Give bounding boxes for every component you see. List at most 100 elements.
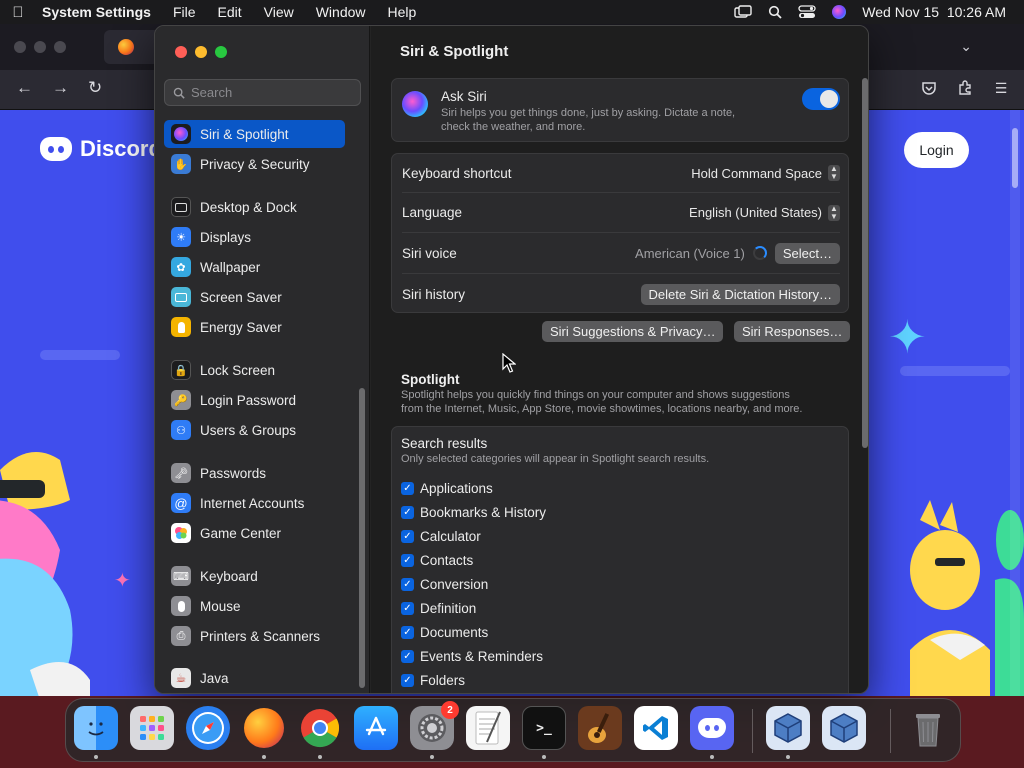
search-result-events-reminders[interactable]: ✓ Events & Reminders bbox=[401, 649, 543, 664]
reload-icon[interactable]: ↻ bbox=[88, 78, 102, 98]
mouse-cursor-icon bbox=[502, 353, 516, 373]
dock-discord-icon[interactable] bbox=[690, 706, 734, 750]
sidebar-item-screen-saver[interactable]: Screen Saver bbox=[164, 283, 345, 311]
sidebar-item-game-center[interactable]: Game Center bbox=[164, 519, 345, 547]
dock-chrome-icon[interactable] bbox=[298, 706, 342, 750]
browser-scrollbar[interactable] bbox=[1010, 110, 1020, 696]
dock-garageband-icon[interactable] bbox=[578, 706, 622, 750]
sidebar-item-lock-screen[interactable]: 🔒 Lock Screen bbox=[164, 356, 345, 384]
keyboard-shortcut-popup[interactable]: Hold Command Space ▲ ▼ bbox=[691, 165, 840, 181]
sidebar-item-keyboard[interactable]: ⌨ Keyboard bbox=[164, 562, 345, 590]
menu-window[interactable]: Window bbox=[305, 4, 377, 20]
sidebar-search[interactable] bbox=[164, 79, 361, 106]
search-result-documents[interactable]: ✓ Documents bbox=[401, 625, 488, 640]
checkbox-checked-icon[interactable]: ✓ bbox=[401, 506, 414, 519]
control-center-icon[interactable] bbox=[798, 5, 816, 19]
menu-clock[interactable]: Wed Nov 15 10:26 AM bbox=[862, 4, 1006, 20]
zoom-window-button[interactable] bbox=[215, 46, 227, 58]
sidebar-item-siri-spotlight[interactable]: Siri & Spotlight bbox=[164, 120, 345, 148]
minimize-window-button[interactable] bbox=[195, 46, 207, 58]
menu-app-name[interactable]: System Settings bbox=[36, 4, 162, 20]
checkbox-checked-icon[interactable]: ✓ bbox=[401, 578, 414, 591]
checkbox-checked-icon[interactable]: ✓ bbox=[401, 554, 414, 567]
sidebar-search-input[interactable] bbox=[191, 85, 351, 100]
siri-responses-button[interactable]: Siri Responses… bbox=[734, 321, 851, 342]
sidebar-item-login-password[interactable]: 🔑 Login Password bbox=[164, 386, 345, 414]
app-menu-icon[interactable]: ☰ bbox=[992, 80, 1010, 98]
search-result-definition[interactable]: ✓ Definition bbox=[401, 601, 476, 616]
dock-firefox-icon[interactable] bbox=[242, 706, 286, 750]
checkbox-checked-icon[interactable]: ✓ bbox=[401, 602, 414, 615]
ask-siri-toggle[interactable] bbox=[802, 88, 840, 110]
discord-logo[interactable]: Discord bbox=[40, 136, 162, 162]
menu-help[interactable]: Help bbox=[377, 4, 428, 20]
sidebar-scrollbar[interactable] bbox=[359, 388, 365, 688]
search-result-bookmarks-history[interactable]: ✓ Bookmarks & History bbox=[401, 505, 546, 520]
checkbox-checked-icon[interactable]: ✓ bbox=[401, 626, 414, 639]
sidebar-item-label: Login Password bbox=[200, 392, 297, 408]
sidebar-item-label: Desktop & Dock bbox=[200, 199, 297, 215]
siri-voice-select-button[interactable]: Select… bbox=[774, 242, 840, 264]
browser-minimize-dot[interactable] bbox=[34, 41, 46, 53]
sidebar-item-wallpaper[interactable]: ✿ Wallpaper bbox=[164, 253, 345, 281]
dock-trash-icon[interactable] bbox=[906, 706, 950, 750]
dock-system-settings-icon[interactable]: 2 bbox=[410, 701, 459, 750]
dock-vscode-icon[interactable] bbox=[634, 706, 678, 750]
delete-siri-history-button[interactable]: Delete Siri & Dictation History… bbox=[640, 283, 840, 305]
siri-suggestions-privacy-button[interactable]: Siri Suggestions & Privacy… bbox=[542, 321, 724, 342]
dock-virtualbox-2-icon[interactable] bbox=[822, 706, 866, 750]
discord-character-right bbox=[910, 500, 1024, 696]
sidebar-item-displays[interactable]: ☀ Displays bbox=[164, 223, 345, 251]
close-window-button[interactable] bbox=[175, 46, 187, 58]
dock-textedit-icon[interactable] bbox=[466, 706, 510, 750]
cloud-decoration bbox=[900, 366, 1010, 376]
apple-menu-icon[interactable]:  bbox=[0, 4, 36, 21]
sidebar-item-passwords[interactable]: 🗝 Passwords bbox=[164, 459, 345, 487]
content-scrollbar[interactable] bbox=[862, 78, 868, 448]
checkbox-checked-icon[interactable]: ✓ bbox=[401, 482, 414, 495]
dock-virtualbox-icon[interactable] bbox=[766, 706, 810, 750]
sidebar-item-java[interactable]: ☕ Java bbox=[164, 664, 345, 692]
browser-zoom-dot[interactable] bbox=[54, 41, 66, 53]
screen-mirroring-icon[interactable] bbox=[734, 5, 752, 19]
search-result-applications[interactable]: ✓ Applications bbox=[401, 481, 493, 496]
sidebar-item-privacy-security[interactable]: ✋ Privacy & Security bbox=[164, 150, 345, 178]
extensions-icon[interactable] bbox=[956, 80, 974, 98]
settings-content: Siri & Spotlight Ask Siri Siri helps you… bbox=[371, 26, 868, 693]
sidebar-item-mouse[interactable]: Mouse bbox=[164, 592, 345, 620]
forward-arrow-icon[interactable]: → bbox=[52, 78, 69, 98]
dock-terminal-icon[interactable]: >_ bbox=[522, 706, 566, 750]
dock-finder-icon[interactable] bbox=[74, 706, 118, 750]
menu-edit[interactable]: Edit bbox=[207, 4, 253, 20]
siri-menu-icon[interactable] bbox=[830, 5, 848, 19]
checkbox-checked-icon[interactable]: ✓ bbox=[401, 650, 414, 663]
tab-list-chevron-icon[interactable]: ⌄ bbox=[960, 38, 972, 55]
menu-file[interactable]: File bbox=[162, 4, 207, 20]
spotlight-search-icon[interactable] bbox=[766, 5, 784, 19]
cloud-decoration bbox=[40, 350, 120, 360]
sidebar-item-internet-accounts[interactable]: @ Internet Accounts bbox=[164, 489, 345, 517]
users-icon: ⚇ bbox=[171, 420, 191, 440]
dock-app-store-icon[interactable] bbox=[354, 706, 398, 750]
mouse-icon bbox=[171, 596, 191, 616]
back-arrow-icon[interactable]: ← bbox=[16, 78, 33, 98]
sidebar-item-users-groups[interactable]: ⚇ Users & Groups bbox=[164, 416, 345, 444]
menu-view[interactable]: View bbox=[253, 4, 305, 20]
dock-launchpad-icon[interactable] bbox=[130, 706, 174, 750]
sidebar-item-desktop-dock[interactable]: Desktop & Dock bbox=[164, 193, 345, 221]
browser-close-dot[interactable] bbox=[14, 41, 26, 53]
search-result-contacts[interactable]: ✓ Contacts bbox=[401, 553, 473, 568]
search-result-calculator[interactable]: ✓ Calculator bbox=[401, 529, 481, 544]
keyboard-icon: ⌨ bbox=[171, 566, 191, 586]
checkbox-checked-icon[interactable]: ✓ bbox=[401, 530, 414, 543]
sidebar-item-energy-saver[interactable]: Energy Saver bbox=[164, 313, 345, 341]
dock-safari-icon[interactable] bbox=[186, 706, 230, 750]
siri-voice-label: Siri voice bbox=[402, 245, 457, 261]
search-result-conversion[interactable]: ✓ Conversion bbox=[401, 577, 488, 592]
language-popup[interactable]: English (United States) ▲ ▼ bbox=[689, 204, 840, 221]
checkbox-checked-icon[interactable]: ✓ bbox=[401, 674, 414, 687]
search-result-folders[interactable]: ✓ Folders bbox=[401, 673, 465, 688]
pocket-icon[interactable] bbox=[920, 80, 938, 98]
sidebar-item-printers-scanners[interactable]: ⎙ Printers & Scanners bbox=[164, 622, 345, 650]
discord-login-button[interactable]: Login bbox=[904, 132, 969, 168]
